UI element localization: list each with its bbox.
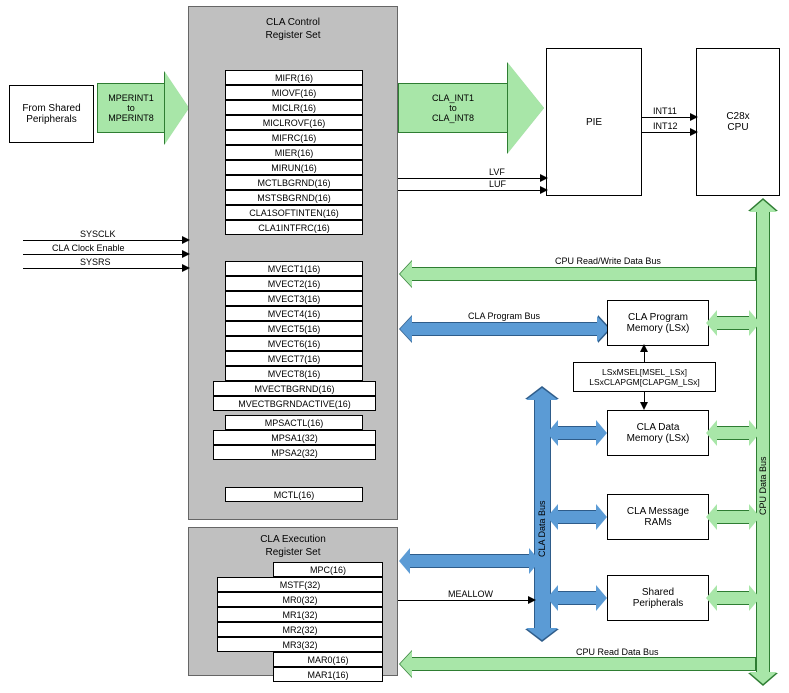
reg-cla1intfrc: CLA1INTFRC(16) bbox=[225, 220, 363, 235]
signal-int12: INT12 bbox=[653, 121, 678, 131]
reg-mar0: MAR0(16) bbox=[273, 652, 383, 667]
reg-mifrc: MIFRC(16) bbox=[225, 130, 363, 145]
signal-sysrs: SYSRS bbox=[80, 257, 111, 267]
reg-mr2: MR2(32) bbox=[217, 622, 383, 637]
label: C28x CPU bbox=[726, 111, 749, 133]
reg-mctlbgrnd: MCTLBGRND(16) bbox=[225, 175, 363, 190]
label: Shared Peripherals bbox=[633, 587, 684, 609]
label: MPERINT1 to MPERINT8 bbox=[108, 93, 154, 123]
shared-peripherals: Shared Peripherals bbox=[607, 575, 709, 621]
label: CLA Control bbox=[266, 17, 320, 28]
mperint-arrow: MPERINT1 to MPERINT8 bbox=[97, 83, 165, 133]
signal-cla-clk-enable: CLA Clock Enable bbox=[52, 243, 125, 253]
label: Register Set bbox=[265, 30, 320, 41]
signal-luf: LUF bbox=[489, 179, 506, 189]
cla-program-bus bbox=[411, 322, 598, 336]
label-cpu-read-data-bus: CPU Read Data Bus bbox=[576, 647, 659, 657]
reg-mvect6: MVECT6(16) bbox=[225, 336, 363, 351]
reg-mvect3: MVECT3(16) bbox=[225, 291, 363, 306]
cla-program-memory: CLA Program Memory (LSx) bbox=[607, 300, 709, 346]
reg-mvect4: MVECT4(16) bbox=[225, 306, 363, 321]
label: PIE bbox=[586, 117, 602, 128]
cla-message-rams: CLA Message RAMs bbox=[607, 494, 709, 540]
label: Register Set bbox=[265, 547, 320, 558]
label: CLA_INT1 to CLA_INT8 bbox=[432, 93, 474, 123]
reg-mifr: MIFR(16) bbox=[225, 70, 363, 85]
label: LSxMSEL[MSEL_LSx] LSxCLAPGM[CLAPGM_LSx] bbox=[589, 367, 700, 387]
reg-mstsbgrnd: MSTSBGRND(16) bbox=[225, 190, 363, 205]
cla-data-memory: CLA Data Memory (LSx) bbox=[607, 410, 709, 456]
reg-mpsactl: MPSACTL(16) bbox=[225, 415, 363, 430]
cpu-read-data-bus bbox=[411, 657, 756, 671]
reg-mar1: MAR1(16) bbox=[273, 667, 383, 682]
label-cpu-rw-data-bus: CPU Read/Write Data Bus bbox=[555, 256, 661, 266]
signal-sysclk: SYSCLK bbox=[80, 229, 116, 239]
reg-mr1: MR1(32) bbox=[217, 607, 383, 622]
reg-miclr: MICLR(16) bbox=[225, 100, 363, 115]
label: CLA Execution bbox=[260, 534, 326, 545]
reg-mstf: MSTF(32) bbox=[217, 577, 383, 592]
label: CLA Message RAMs bbox=[627, 506, 689, 528]
reg-mpsa1: MPSA1(32) bbox=[213, 430, 376, 445]
reg-miovf: MIOVF(16) bbox=[225, 85, 363, 100]
reg-mier: MIER(16) bbox=[225, 145, 363, 160]
reg-mvectbgrndactive: MVECTBGRNDACTIVE(16) bbox=[213, 396, 376, 411]
cpu-block: C28x CPU bbox=[696, 48, 780, 196]
reg-mpsa2: MPSA2(32) bbox=[213, 445, 376, 460]
reg-mvect5: MVECT5(16) bbox=[225, 321, 363, 336]
reg-mctl: MCTL(16) bbox=[225, 487, 363, 502]
from-shared-peripherals: From Shared Peripherals bbox=[9, 85, 94, 143]
reg-miclrovf: MICLROVF(16) bbox=[225, 115, 363, 130]
reg-mvect7: MVECT7(16) bbox=[225, 351, 363, 366]
reg-mr0: MR0(32) bbox=[217, 592, 383, 607]
reg-cla1softinten: CLA1SOFTINTEN(16) bbox=[225, 205, 363, 220]
label: Peripherals bbox=[26, 114, 77, 125]
reg-mirun: MIRUN(16) bbox=[225, 160, 363, 175]
reg-mr3: MR3(32) bbox=[217, 637, 383, 652]
cpu-rw-data-bus bbox=[411, 267, 756, 281]
reg-mvect8: MVECT8(16) bbox=[225, 366, 363, 381]
signal-meallow: MEALLOW bbox=[448, 589, 493, 599]
signal-lvf: LVF bbox=[489, 167, 505, 177]
reg-mpc: MPC(16) bbox=[273, 562, 383, 577]
label: From Shared bbox=[22, 103, 80, 114]
label: CLA Program Memory (LSx) bbox=[627, 312, 690, 334]
pie-block: PIE bbox=[546, 48, 642, 196]
reg-mvect2: MVECT2(16) bbox=[225, 276, 363, 291]
lsx-sel: LSxMSEL[MSEL_LSx] LSxCLAPGM[CLAPGM_LSx] bbox=[573, 362, 716, 392]
signal-int11: INT11 bbox=[653, 106, 677, 116]
reg-mvectbgrnd: MVECTBGRND(16) bbox=[213, 381, 376, 396]
label: CLA Data Memory (LSx) bbox=[627, 422, 690, 444]
cla-int-arrow: CLA_INT1 to CLA_INT8 bbox=[398, 83, 508, 133]
label-cla-program-bus: CLA Program Bus bbox=[468, 311, 540, 321]
reg-mvect1: MVECT1(16) bbox=[225, 261, 363, 276]
